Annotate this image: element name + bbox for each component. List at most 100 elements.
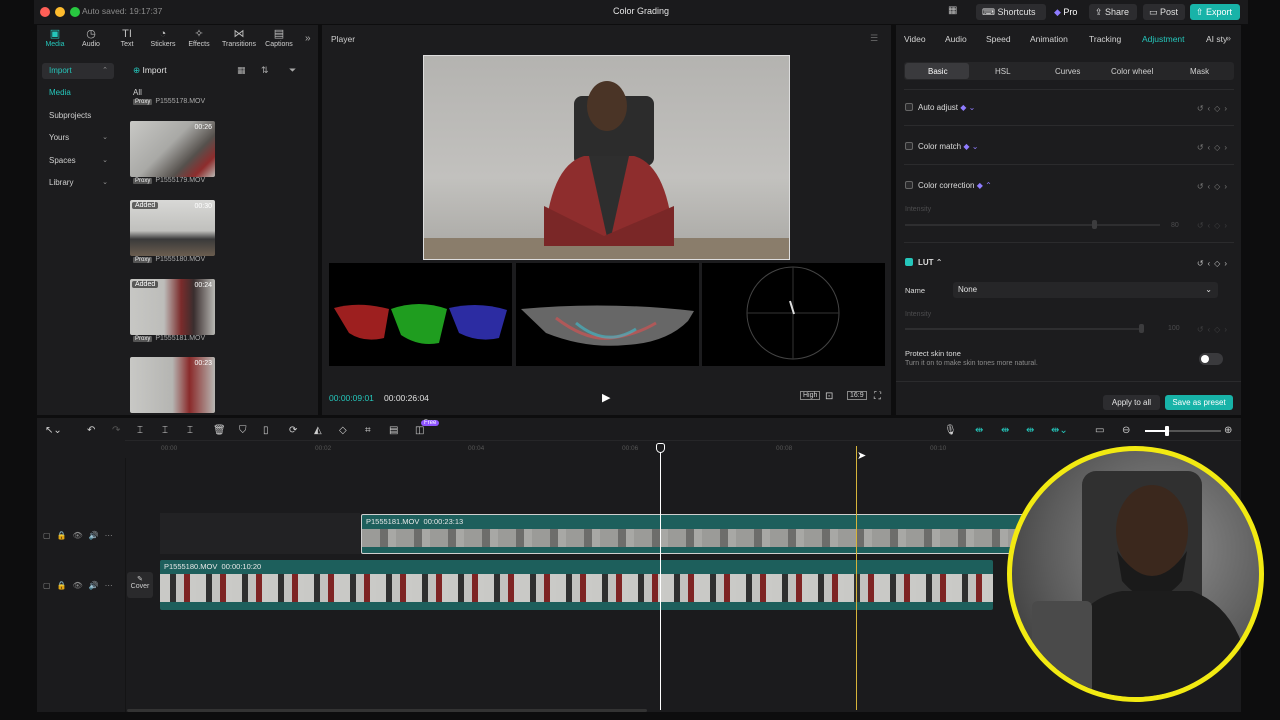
sidebar-item-yours[interactable]: Yours ⌄ [42,130,114,146]
linkage-icon[interactable]: ⇹ [1026,425,1034,436]
tab-speed[interactable]: Speed [986,34,1011,44]
cc-intensity-value[interactable]: 80 [1171,222,1179,229]
sidebar-item-subprojects[interactable]: Subprojects [42,108,114,124]
fullscreen-icon[interactable]: ⛶ [874,391,881,402]
cc-intensity-slider[interactable] [905,224,1160,226]
subtab-color-wheel[interactable]: Color wheel [1111,67,1153,76]
tab-effects[interactable]: ✧ Effects [181,28,217,48]
tab-media[interactable]: ▣ Media [37,28,73,48]
media-thumbnail[interactable]: 00:26 [130,121,215,177]
mirror-icon[interactable]: ◭ [314,425,322,436]
post-button[interactable]: ▭ Post [1143,4,1185,20]
sidebar-item-import[interactable]: Import ⌃ [42,63,114,79]
auto-adjust-checkbox[interactable] [905,103,913,111]
cc-intensity-thumb[interactable] [1092,220,1097,229]
grid-view-icon[interactable]: ▦ [237,65,246,76]
filter-icon[interactable]: ⏷ [289,65,296,76]
more-tabs-icon[interactable]: » [1226,33,1231,43]
tab-animation[interactable]: Animation [1030,34,1068,44]
auto-adjust-row[interactable]: Auto adjust ◆ ⌄ [905,103,975,112]
subtab-mask[interactable]: Mask [1190,67,1209,76]
tab-audio-inspector[interactable]: Audio [945,34,967,44]
tab-stickers[interactable]: ◔ Stickers [145,28,181,48]
media-thumbnail[interactable]: 00:23 [130,357,215,413]
keyframe-controls[interactable]: ↺‹◇› [1197,104,1231,113]
all-filter-label[interactable]: All [133,88,142,97]
track-controls[interactable]: ▢🔒👁🔊⋯ [43,581,119,590]
quality-button[interactable]: High [800,391,821,400]
main-clip[interactable]: P1555180.MOV 00:00:10:20 [160,560,993,610]
redo-icon[interactable]: ↷ [112,425,120,436]
lut-intensity-thumb[interactable] [1139,324,1144,333]
keyframe-controls[interactable]: ↺‹◇› [1197,259,1231,268]
apply-to-all-button[interactable]: Apply to all [1103,395,1160,410]
sidebar-item-spaces[interactable]: Spaces ⌄ [42,153,114,169]
zoom-out-icon[interactable]: ⊖ [1122,425,1130,436]
tab-video[interactable]: Video [904,34,926,44]
pro-badge[interactable]: ◆ Pro [1054,7,1077,18]
protect-skin-toggle[interactable] [1199,353,1223,365]
delete-icon[interactable]: 🗑 [213,425,226,436]
playhead-handle[interactable] [656,443,665,453]
color-correction-row[interactable]: Color correction ◆ ⌃ [905,181,992,190]
tab-adjustment[interactable]: Adjustment [1142,34,1185,44]
preview-axis-icon[interactable]: ⇹⌄ [1051,425,1068,436]
color-correction-checkbox[interactable] [905,181,913,189]
share-button[interactable]: ⇪ Share [1089,4,1137,20]
cover-button[interactable]: ✎ Cover [127,572,153,598]
select-tool-icon[interactable]: ↖⌄ [45,425,62,436]
main-track-magnet-icon[interactable]: ⇹ [975,425,983,436]
split-left-icon[interactable]: ⌶ [162,425,168,436]
media-thumbnail[interactable]: Added 00:30 [130,200,215,256]
reverse-icon[interactable]: ⟳ [289,425,297,436]
export-button[interactable]: ⇧ Export [1190,4,1240,20]
marker-icon[interactable]: ⛉ [239,425,247,436]
subtab-basic[interactable]: Basic [928,67,948,76]
crop-icon[interactable]: ⌗ [365,425,371,436]
overlay-clip[interactable]: P1555181.MOV 00:00:23:13 [361,514,1031,554]
layout-icon[interactable]: ▦ [948,5,957,16]
keyframe-controls[interactable]: ↺‹◇› [1197,182,1231,191]
track-controls[interactable]: ▢🔒👁🔊⋯ [43,531,119,540]
tab-audio[interactable]: ◷ Audio [73,28,109,48]
import-button[interactable]: ⊕ Import [133,65,167,76]
split-icon[interactable]: ⌶ [137,425,143,436]
freeze-icon[interactable]: ▯ [263,425,269,436]
shortcuts-button[interactable]: ⌨ Shortcuts [976,4,1046,20]
lut-checkbox[interactable] [905,258,913,266]
rotate-icon[interactable]: ◇ [339,425,347,436]
sidebar-item-media[interactable]: Media [42,85,114,101]
tab-ai-style[interactable]: AI sty [1206,34,1227,44]
lut-name-select[interactable]: None ⌄ [953,282,1218,298]
keyframe-controls[interactable]: ↺‹◇› [1197,221,1231,230]
sidebar-item-library[interactable]: Library ⌄ [42,175,114,191]
split-right-icon[interactable]: ⌶ [187,425,193,436]
auto-snap-icon[interactable]: ⇹ [1001,425,1009,436]
subtab-curves[interactable]: Curves [1055,67,1080,76]
ratio-button[interactable]: 16:9 [847,391,867,400]
color-match-row[interactable]: Color match ◆ ⌄ [905,142,978,151]
tab-captions[interactable]: ▤ Captions [259,28,299,48]
fit-timeline-icon[interactable]: ▭ [1095,425,1104,436]
video-preview[interactable] [423,55,790,260]
playhead[interactable] [660,446,661,710]
play-icon[interactable]: ▶ [602,391,610,404]
zoom-in-icon[interactable]: ⊕ [1224,425,1232,436]
keyframe-controls[interactable]: ↺‹◇› [1197,325,1231,334]
zoom-fit-icon[interactable]: ⊡ [825,391,833,402]
caption-icon[interactable]: ▤ [389,425,398,436]
save-as-preset-button[interactable]: Save as preset [1165,395,1233,410]
more-tabs-icon[interactable]: » [305,33,311,44]
tab-transitions[interactable]: ⋈ Transitions [219,28,259,48]
undo-icon[interactable]: ↶ [87,425,95,436]
tab-text[interactable]: TI Text [109,28,145,48]
menu-icon[interactable]: ☰ [870,33,878,44]
horizontal-scrollbar[interactable] [127,709,647,712]
sort-icon[interactable]: ⇅ [261,65,269,76]
ai-tool-icon[interactable]: ◫ [415,425,424,436]
color-match-checkbox[interactable] [905,142,913,150]
lut-row[interactable]: LUT ⌃ [905,258,943,267]
lut-intensity-slider[interactable] [905,328,1143,330]
media-thumbnail[interactable]: Added 00:24 [130,279,215,335]
lut-intensity-value[interactable]: 100 [1168,325,1180,332]
